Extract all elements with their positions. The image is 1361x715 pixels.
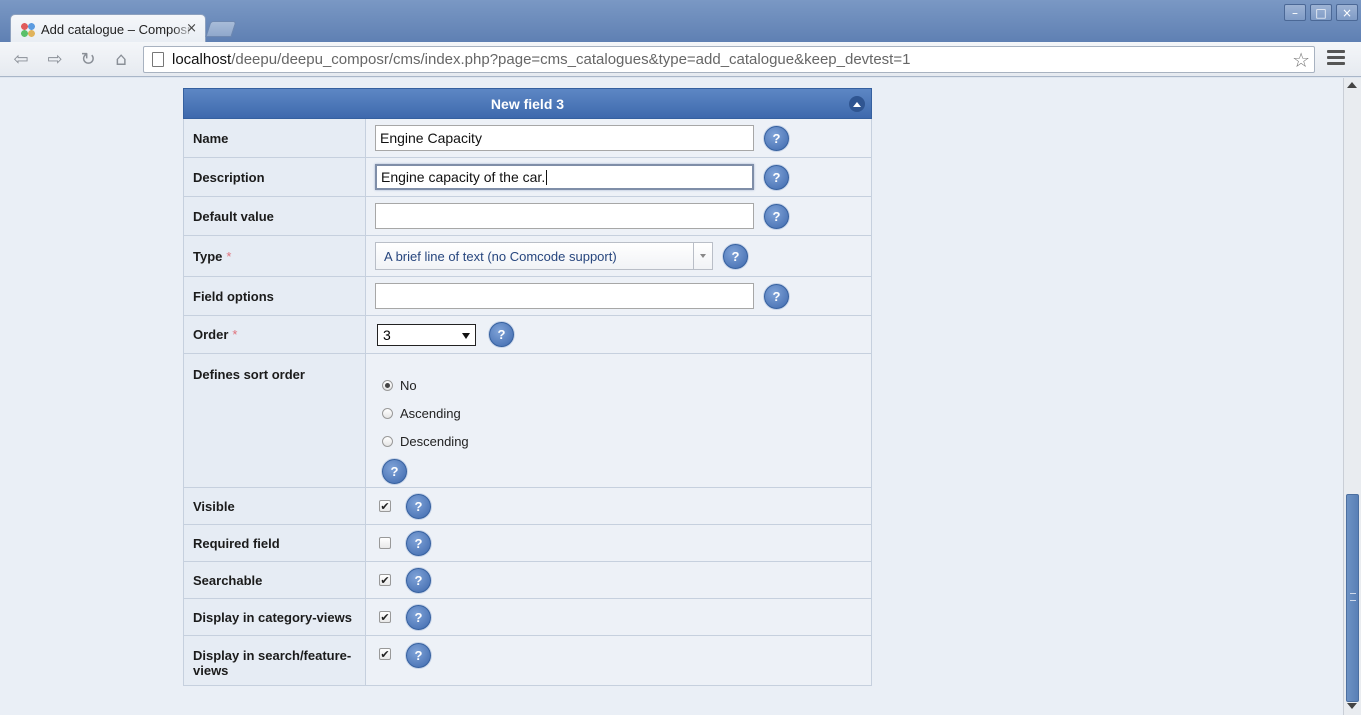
reload-icon[interactable]: ↻ [75,47,101,71]
order-selected-value: 3 [383,326,391,343]
display-category-row: Display in category-views ✔ ? [183,599,872,636]
order-select[interactable]: 3 [377,323,476,346]
type-selected-value: A brief line of text (no Comcode support… [384,248,617,264]
required-checkbox[interactable] [379,537,391,549]
vertical-scrollbar[interactable] [1343,78,1361,715]
url-path: /deepu/deepu_composr/cms/index.php?page=… [231,51,911,68]
close-window-button[interactable]: × [1336,4,1358,21]
default-value-row: Default value ? [183,197,872,236]
browser-tab[interactable]: Add catalogue – Composr × [10,14,206,44]
scrollbar-thumb[interactable] [1346,494,1359,702]
radio-descending[interactable] [382,435,393,447]
radio-no[interactable] [382,379,393,391]
searchable-row: Searchable ✔ ? [183,562,872,599]
forward-icon[interactable]: ⇨ [42,47,68,71]
visible-label: Visible [184,488,366,524]
scroll-down-icon[interactable] [1347,703,1357,709]
sort-option-label: Ascending [400,405,461,421]
display-category-help-icon[interactable]: ? [406,604,431,630]
collapse-toggle-icon[interactable] [849,96,865,112]
new-tab-button[interactable] [205,21,237,37]
browser-toolbar: ⇦ ⇨ ↻ ⌂ localhost/deepu/deepu_composr/cm… [0,42,1361,77]
required-row: Required field ? [183,525,872,562]
display-search-label: Display in search/feature-views [184,636,366,685]
type-help-icon[interactable]: ? [723,243,748,269]
dropdown-arrow-icon [462,332,470,339]
field-options-input[interactable] [375,283,754,309]
maximize-button[interactable]: □ [1310,4,1332,21]
display-search-row: Display in search/feature-views ✔ ? [183,636,872,686]
new-field-panel: New field 3 Name Engine Capacity ? Descr… [183,88,872,686]
type-label: Type * [184,236,366,276]
field-options-row: Field options ? [183,277,872,316]
display-search-checkbox[interactable]: ✔ [379,648,391,660]
visible-row: Visible ✔ ? [183,488,872,525]
required-asterisk: * [226,248,232,264]
searchable-help-icon[interactable]: ? [406,567,431,593]
type-row: Type * A brief line of text (no Comcode s… [183,236,872,277]
minimize-button[interactable]: – [1284,4,1306,21]
required-label: Required field [184,525,366,561]
display-category-label: Display in category-views [184,599,366,635]
address-bar[interactable]: localhost/deepu/deepu_composr/cms/index.… [143,46,1315,73]
radio-ascending[interactable] [382,407,393,419]
default-value-label: Default value [184,197,366,235]
scroll-up-icon[interactable] [1347,82,1357,88]
display-search-help-icon[interactable]: ? [406,643,431,668]
searchable-label: Searchable [184,562,366,598]
description-input[interactable]: Engine capacity of the car. [375,164,754,190]
page-icon [152,52,164,67]
type-select[interactable]: A brief line of text (no Comcode support… [375,242,713,270]
sort-option-label: No [400,377,417,393]
default-value-input[interactable] [375,203,754,229]
tab-title: Add catalogue – Composr [41,22,192,37]
home-icon[interactable]: ⌂ [108,47,134,71]
sort-option-ascending[interactable]: Ascending [382,399,469,427]
name-label: Name [184,119,366,157]
sort-option-no[interactable]: No [382,371,469,399]
tab-close-icon[interactable]: × [186,21,197,36]
description-label: Description [184,158,366,196]
description-row: Description Engine capacity of the car. … [183,158,872,197]
chevron-down-icon [693,243,712,269]
name-row: Name Engine Capacity ? [183,119,872,158]
name-input[interactable]: Engine Capacity [375,125,754,151]
bookmark-star-icon[interactable]: ☆ [1292,48,1310,72]
field-options-help-icon[interactable]: ? [764,283,789,309]
description-value: Engine capacity of the car. [381,169,546,185]
visible-checkbox[interactable]: ✔ [379,500,391,512]
order-label-text: Order [193,327,229,342]
order-row: Order * 3 ? [183,316,872,354]
sort-option-label: Descending [400,433,469,449]
panel-title: New field 3 [490,95,565,112]
composr-favicon-icon [21,22,35,37]
name-help-icon[interactable]: ? [764,125,789,151]
sort-order-help-icon[interactable]: ? [382,459,407,484]
panel-header: New field 3 [183,88,872,119]
sort-order-row: Defines sort order No Ascending Descendi… [183,354,872,488]
window-titlebar: Add catalogue – Composr × – □ × [0,0,1361,44]
text-caret [546,169,548,185]
description-help-icon[interactable]: ? [764,164,789,190]
back-icon[interactable]: ⇦ [8,47,34,71]
order-help-icon[interactable]: ? [489,322,514,347]
url-host: localhost [172,51,232,68]
default-value-help-icon[interactable]: ? [764,203,789,229]
required-help-icon[interactable]: ? [406,530,431,556]
type-label-text: Type [193,248,223,264]
browser-menu-icon[interactable] [1327,50,1345,68]
searchable-checkbox[interactable]: ✔ [379,574,391,586]
order-label: Order * [184,316,366,353]
field-options-label: Field options [184,277,366,315]
sort-option-descending[interactable]: Descending [382,427,469,455]
visible-help-icon[interactable]: ? [406,493,431,519]
required-asterisk: * [232,327,238,342]
page-viewport: New field 3 Name Engine Capacity ? Descr… [0,78,1343,715]
display-category-checkbox[interactable]: ✔ [379,611,391,623]
sort-order-label: Defines sort order [184,354,366,487]
sort-order-radio-group: No Ascending Descending [382,354,469,455]
